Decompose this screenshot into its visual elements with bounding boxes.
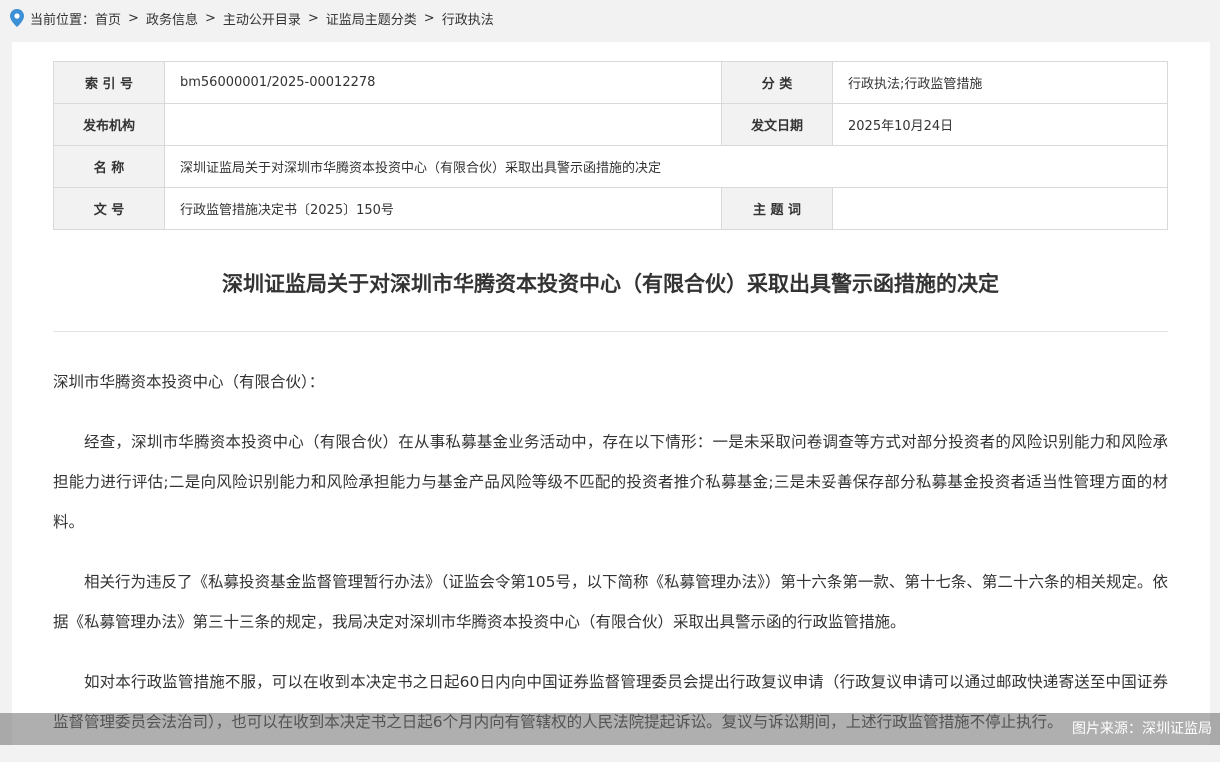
body-paragraph: 相关行为违反了《私募投资基金监督管理暂行办法》（证监会令第105号，以下简称《私… [53,573,1168,631]
breadcrumb: 当前位置： 首页 > 政务信息 > 主动公开目录 > 证监局主题分类 > 行政执… [0,0,1220,36]
location-pin-icon [10,9,24,27]
category-value: 行政执法;行政监管措施 [832,61,1168,104]
document-number-value: 行政监管措施决定书〔2025〕150号 [164,187,722,230]
image-source-caption: 图片来源：深圳证监局 [0,713,1220,745]
index-number-label: 索 引 号 [53,61,165,104]
index-number-value: bm56000001/2025-00012278 [164,61,722,104]
name-label: 名 称 [53,145,165,188]
document-number-label: 文 号 [53,187,165,230]
breadcrumb-government-info-link[interactable]: 政务信息 [146,9,198,28]
breadcrumb-home-link[interactable]: 首页 [95,9,121,28]
document-body: 深圳市华腾资本投资中心（有限合伙）： 经查，深圳市华腾资本投资中心（有限合伙）在… [53,362,1168,762]
metadata-row: 发布机构 发文日期 2025年10月24日 [53,103,1168,146]
issuer-label: 发布机构 [53,103,165,146]
issue-date-label: 发文日期 [721,103,833,146]
metadata-row: 文 号 行政监管措施决定书〔2025〕150号 主 题 词 [53,187,1168,230]
salutation: 深圳市华腾资本投资中心（有限合伙）： [53,373,325,391]
breadcrumb-public-catalog-link[interactable]: 主动公开目录 [223,9,301,28]
breadcrumb-label: 当前位置： [30,12,96,28]
metadata-row: 索 引 号 bm56000001/2025-00012278 分 类 行政执法;… [53,61,1168,104]
document-title: 深圳证监局关于对深圳市华腾资本投资中心（有限合伙）采取出具警示函措施的决定 [222,272,999,296]
breadcrumb-separator: > [128,10,139,26]
keywords-value [832,187,1168,230]
breadcrumb-enforcement-link[interactable]: 行政执法 [442,9,494,28]
title-divider [53,331,1168,332]
breadcrumb-topic-category-link[interactable]: 证监局主题分类 [326,9,417,28]
issuer-value [164,103,722,146]
breadcrumb-separator: > [204,10,216,26]
metadata-table: 索 引 号 bm56000001/2025-00012278 分 类 行政执法;… [53,61,1168,230]
body-paragraph: 经查，深圳市华腾资本投资中心（有限合伙）在从事私募基金业务活动中，存在以下情形：… [53,433,1168,531]
content-panel: 索 引 号 bm56000001/2025-00012278 分 类 行政执法;… [12,42,1210,745]
issue-date-value: 2025年10月24日 [832,103,1168,146]
category-label: 分 类 [721,61,833,104]
breadcrumb-separator: > [423,10,435,26]
breadcrumb-separator: > [307,10,319,26]
keywords-label: 主 题 词 [721,187,833,230]
metadata-row: 名 称 深圳证监局关于对深圳市华腾资本投资中心（有限合伙）采取出具警示函措施的决… [53,145,1168,188]
name-value: 深圳证监局关于对深圳市华腾资本投资中心（有限合伙）采取出具警示函措施的决定 [164,145,1168,188]
